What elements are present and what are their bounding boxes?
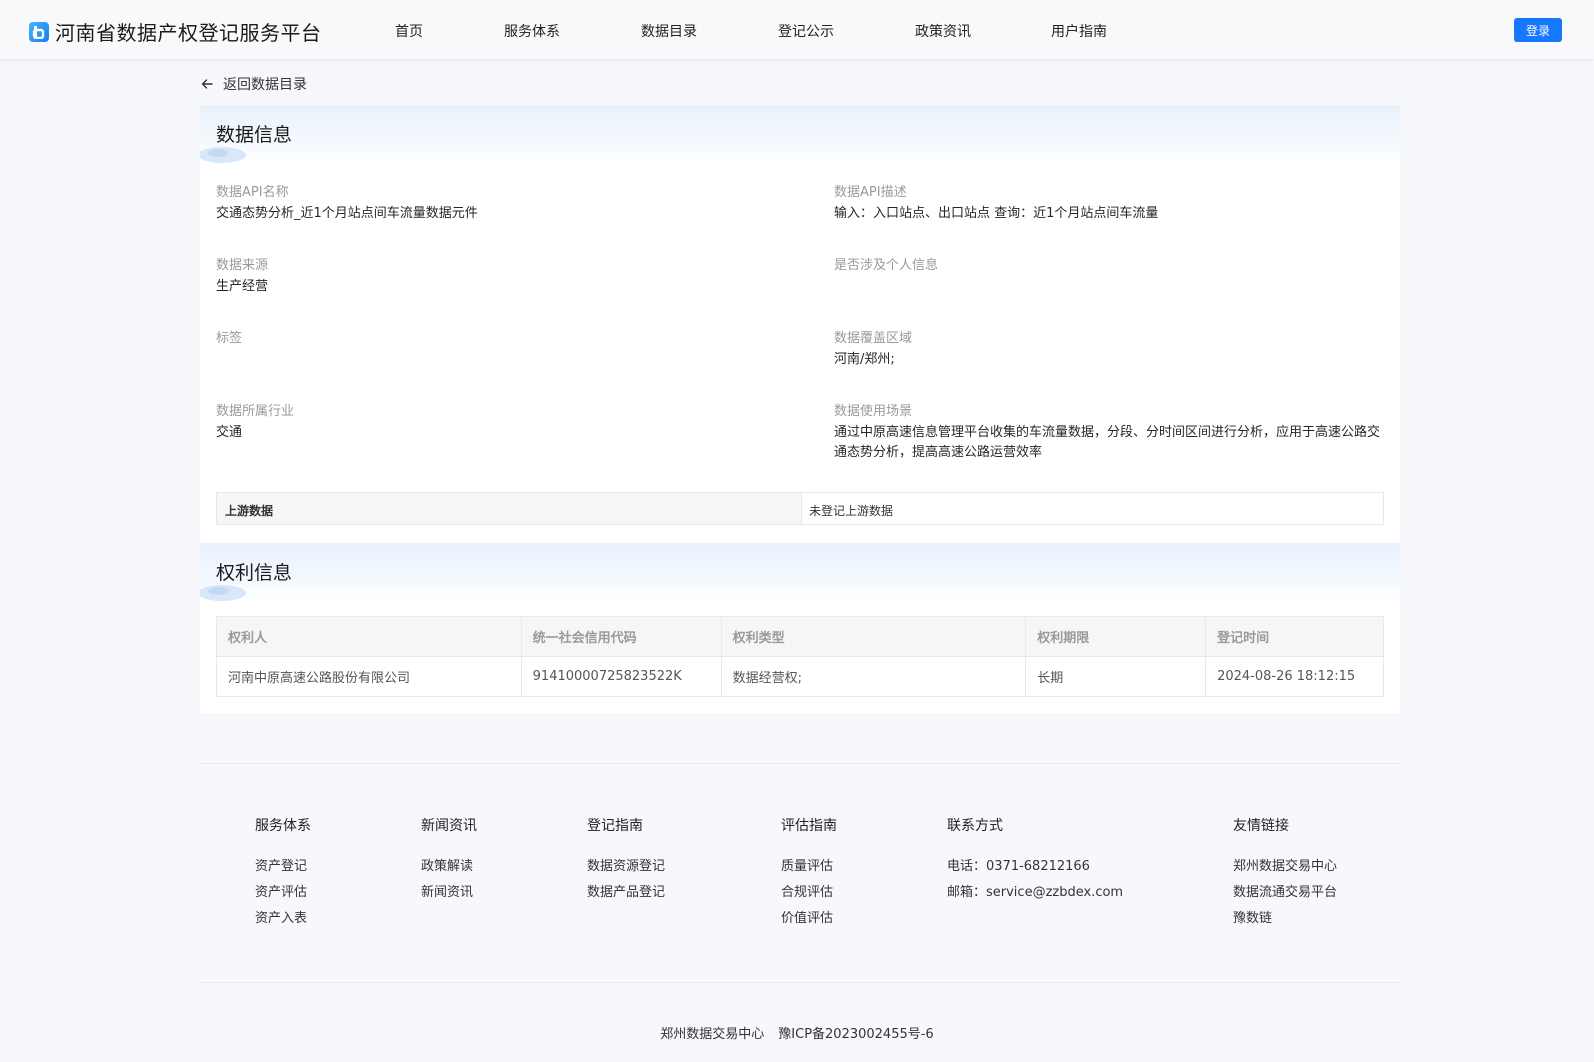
field-value-usage-scenario: 通过中原高速信息管理平台收集的车流量数据，分段、分时间区间进行分析，应用于高速公…: [834, 425, 1381, 460]
footer-column-contact: 联系方式 电话：0371-68212166 邮箱：service@zzbdex.…: [947, 815, 1123, 906]
footer-column-service: 服务体系 资产登记 资产评估 资产入表: [255, 815, 311, 932]
copyright-bar: 郑州数据交易中心 豫ICP备2023002455号-6: [0, 1023, 1594, 1042]
site-logo[interactable]: 河南省数据产权登记服务平台: [29, 17, 322, 46]
footer-link[interactable]: 豫数链: [1233, 906, 1337, 932]
nav-home[interactable]: 首页: [395, 21, 423, 41]
field-label-coverage-area: 数据覆盖区域: [834, 331, 913, 346]
footer-divider-bottom: [200, 982, 1400, 983]
field-label-tags: 标签: [216, 331, 243, 346]
detail-card: 数据信息 数据API名称 交通态势分析_近1个月站点间车流量数据元件 数据API…: [200, 105, 1400, 713]
data-info-title: 数据信息: [216, 124, 293, 146]
cell-registration-time: 2024-08-26 18:12:15: [1205, 656, 1384, 697]
field-label-api-desc: 数据API描述: [834, 185, 907, 200]
footer-column-title: 评估指南: [781, 818, 837, 834]
footer-link[interactable]: 数据资源登记: [587, 854, 665, 880]
column-header-rights-type: 权利类型: [720, 616, 1027, 657]
rights-info-header: 权利信息: [200, 543, 1400, 601]
footer-column-news: 新闻资讯 政策解读 新闻资讯: [421, 815, 477, 906]
login-button[interactable]: 登录: [1514, 18, 1562, 42]
footer-column-title: 新闻资讯: [421, 818, 477, 834]
footer-column-evaluation-guide: 评估指南 质量评估 合规评估 价值评估: [781, 815, 837, 932]
column-header-credit-code: 统一社会信用代码: [520, 616, 722, 657]
logo-icon: [29, 21, 49, 42]
footer-column-registration-guide: 登记指南 数据资源登记 数据产品登记: [587, 815, 665, 906]
footer-column-title: 登记指南: [587, 818, 643, 834]
field-value-industry: 交通: [216, 425, 243, 440]
footer-link[interactable]: 政策解读: [421, 854, 477, 880]
contact-email[interactable]: 邮箱：service@zzbdex.com: [947, 880, 1123, 906]
top-header: 河南省数据产权登记服务平台 首页 服务体系 数据目录 登记公示 政策资讯 用户指…: [0, 0, 1594, 60]
nav-data-catalog[interactable]: 数据目录: [641, 21, 697, 41]
upstream-data-value: 未登记上游数据: [809, 504, 894, 518]
upstream-data-table: 上游数据 未登记上游数据: [216, 492, 1384, 525]
footer-link[interactable]: 价值评估: [781, 906, 837, 932]
column-header-rights-holder: 权利人: [216, 616, 522, 657]
table-row: 河南中原高速公路股份有限公司 91410000725823522K 数据经营权;…: [216, 656, 1384, 697]
cell-credit-code: 91410000725823522K: [520, 656, 722, 697]
column-header-registration-time: 登记时间: [1205, 616, 1384, 657]
footer-column-title: 服务体系: [255, 818, 311, 834]
cell-rights-term: 长期: [1025, 656, 1207, 697]
column-header-rights-term: 权利期限: [1025, 616, 1207, 657]
field-label-data-source: 数据来源: [216, 258, 269, 273]
rights-table: 权利人 统一社会信用代码 权利类型 权利期限 登记时间 河南中原高速公路股份有限…: [216, 616, 1384, 697]
field-value-api-desc: 输入：入口站点、出口站点 查询：近1个月站点间车流量: [834, 206, 1159, 221]
footer-link[interactable]: 新闻资讯: [421, 880, 477, 906]
table-header-row: 权利人 统一社会信用代码 权利类型 权利期限 登记时间: [216, 616, 1384, 657]
footer-link[interactable]: 质量评估: [781, 854, 837, 880]
field-label-personal-info: 是否涉及个人信息: [834, 258, 939, 273]
field-value-api-name: 交通态势分析_近1个月站点间车流量数据元件: [216, 206, 478, 221]
field-label-industry: 数据所属行业: [216, 404, 295, 419]
contact-phone: 电话：0371-68212166: [947, 859, 1090, 874]
site-title: 河南省数据产权登记服务平台: [55, 21, 322, 45]
icp-number[interactable]: 豫ICP备2023002455号-6: [778, 1027, 933, 1042]
footer-column-title: 联系方式: [947, 818, 1003, 834]
back-to-catalog-link[interactable]: 返回数据目录: [200, 74, 307, 94]
field-value-coverage-area: 河南/郑州;: [834, 352, 895, 367]
footer-divider-top: [200, 763, 1400, 764]
footer-column-friendly-links: 友情链接 郑州数据交易中心 数据流通交易平台 豫数链: [1233, 815, 1337, 932]
rights-info-title: 权利信息: [216, 562, 293, 584]
nav-registration-notice[interactable]: 登记公示: [778, 21, 834, 41]
cell-rights-type: 数据经营权;: [720, 656, 1027, 697]
footer-link[interactable]: 资产评估: [255, 880, 311, 906]
upstream-data-label: 上游数据: [217, 493, 802, 524]
footer-link[interactable]: 数据流通交易平台: [1233, 880, 1337, 906]
footer-link[interactable]: 资产入表: [255, 906, 311, 932]
nav-policy-news[interactable]: 政策资讯: [915, 21, 971, 41]
nav-service-system[interactable]: 服务体系: [504, 21, 560, 41]
field-label-api-name: 数据API名称: [216, 185, 289, 200]
footer-link[interactable]: 郑州数据交易中心: [1233, 854, 1337, 880]
cell-rights-holder: 河南中原高速公路股份有限公司: [216, 656, 522, 697]
footer-column-title: 友情链接: [1233, 818, 1289, 834]
footer-link[interactable]: 数据产品登记: [587, 880, 665, 906]
copyright-org: 郑州数据交易中心: [660, 1027, 765, 1042]
footer-link[interactable]: 资产登记: [255, 854, 311, 880]
footer-link[interactable]: 合规评估: [781, 880, 837, 906]
arrow-left-icon: [201, 79, 213, 89]
field-label-usage-scenario: 数据使用场景: [834, 404, 913, 419]
nav-user-guide[interactable]: 用户指南: [1051, 21, 1107, 41]
field-value-data-source: 生产经营: [216, 279, 269, 294]
data-info-header: 数据信息: [200, 105, 1400, 163]
back-link-label: 返回数据目录: [223, 77, 307, 93]
